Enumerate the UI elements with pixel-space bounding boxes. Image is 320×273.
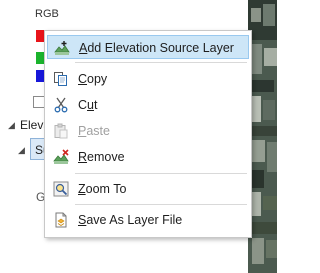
menu-separator	[75, 62, 247, 63]
menu-item-add-elevation-source-layer[interactable]: Add Elevation Source Layer	[47, 35, 249, 59]
menu-item-copy[interactable]: Copy	[47, 67, 249, 91]
collapse-arrow-icon[interactable]: ◢	[8, 120, 15, 131]
rgb-title: RGB	[35, 8, 59, 20]
collapse-arrow-icon[interactable]: ◢	[18, 145, 25, 156]
zoom-to-icon	[53, 181, 69, 197]
menu-separator	[75, 173, 247, 174]
menu-separator	[75, 204, 247, 205]
scene-view[interactable]	[248, 0, 277, 273]
save-layer-file-icon	[53, 212, 69, 228]
menu-item-save-as-layer-file[interactable]: Save As Layer File	[47, 208, 249, 232]
copy-icon	[53, 71, 69, 87]
cut-icon	[53, 97, 69, 113]
paste-icon	[53, 123, 69, 139]
context-menu: Add Elevation Source Layer Copy Cut Past…	[44, 30, 252, 238]
remove-icon	[53, 149, 69, 165]
menu-item-zoom-to[interactable]: Zoom To	[47, 177, 249, 201]
add-elevation-source-icon	[54, 40, 70, 56]
menu-item-paste[interactable]: Paste	[47, 119, 249, 143]
menu-item-cut[interactable]: Cut	[47, 93, 249, 117]
menu-item-remove[interactable]: Remove	[47, 145, 249, 169]
